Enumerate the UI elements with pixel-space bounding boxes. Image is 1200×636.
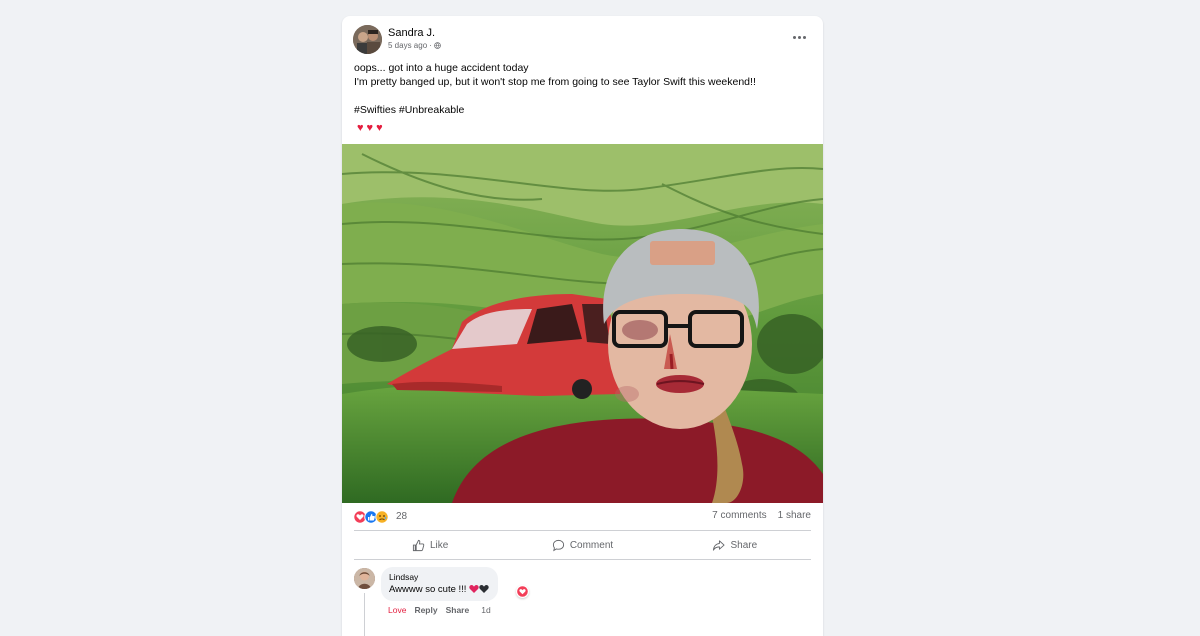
comment-label: Comment — [569, 540, 614, 551]
comment-text: Awwww so cute !!! — [389, 584, 489, 595]
comment-love-label[interactable]: Love — [388, 605, 406, 615]
post-card: Sandra J. 5 days ago · oops... got into … — [342, 16, 823, 636]
divider — [354, 559, 811, 560]
reaction-count[interactable]: 28 — [396, 511, 407, 522]
thumbs-up-icon — [412, 539, 425, 552]
post-actions: Like Comment Share — [354, 531, 811, 560]
comment-text-body: Awwww so cute !!! — [389, 584, 467, 595]
post-stats: 28 7 comments 1 share — [342, 503, 823, 531]
comment-actions: Love Reply Share 1d — [388, 605, 491, 615]
post-time[interactable]: 5 days ago — [388, 41, 427, 50]
heart-emoji: ♥♥♥ — [357, 122, 386, 134]
commenter-name[interactable]: Lindsay — [389, 572, 489, 582]
share-button[interactable]: Share — [659, 531, 811, 560]
post-hashtags[interactable]: #Swifties #Unbreakable — [354, 103, 809, 117]
comment-time[interactable]: 1d — [481, 605, 490, 615]
comment-button[interactable]: Comment — [506, 531, 658, 560]
post-text-line-1: oops... got into a huge accident today — [354, 62, 529, 74]
globe-icon — [434, 42, 441, 49]
comment-bubble: Lindsay Awwww so cute !!! — [381, 567, 499, 601]
thread-line — [364, 593, 365, 636]
comment-icon — [552, 539, 564, 552]
shares-count[interactable]: 1 share — [778, 510, 811, 521]
like-label: Like — [429, 540, 449, 551]
red-heart-emoji-icon — [469, 585, 479, 593]
comments-count[interactable]: 7 comments — [712, 510, 766, 521]
commenter-avatar[interactable] — [354, 568, 375, 589]
post-text: oops... got into a huge accident today I… — [354, 61, 809, 117]
share-label: Share — [730, 540, 758, 551]
reaction-icons[interactable] — [353, 510, 393, 524]
share-icon — [713, 540, 726, 551]
sad-reaction-icon — [375, 510, 389, 524]
black-heart-emoji-icon — [479, 585, 489, 593]
post-header: Sandra J. 5 days ago · — [342, 16, 823, 60]
post-counts: 7 comments 1 share — [712, 510, 811, 521]
selfie-with-wrecked-red-car-photo[interactable] — [342, 144, 823, 503]
comment-reply-button[interactable]: Reply — [414, 605, 437, 615]
more-options-icon[interactable] — [791, 30, 809, 44]
like-button[interactable]: Like — [354, 531, 506, 560]
comment: Lindsay Awwww so cute !!! Love Reply Sha… — [354, 567, 811, 636]
author-avatar[interactable] — [353, 25, 382, 54]
post-text-line-2: I'm pretty banged up, but it won't stop … — [354, 76, 756, 88]
post-meta: 5 days ago · — [388, 41, 441, 50]
author-name[interactable]: Sandra J. — [388, 27, 435, 39]
love-reaction-icon[interactable] — [516, 585, 529, 598]
comment-share-button[interactable]: Share — [446, 605, 470, 615]
